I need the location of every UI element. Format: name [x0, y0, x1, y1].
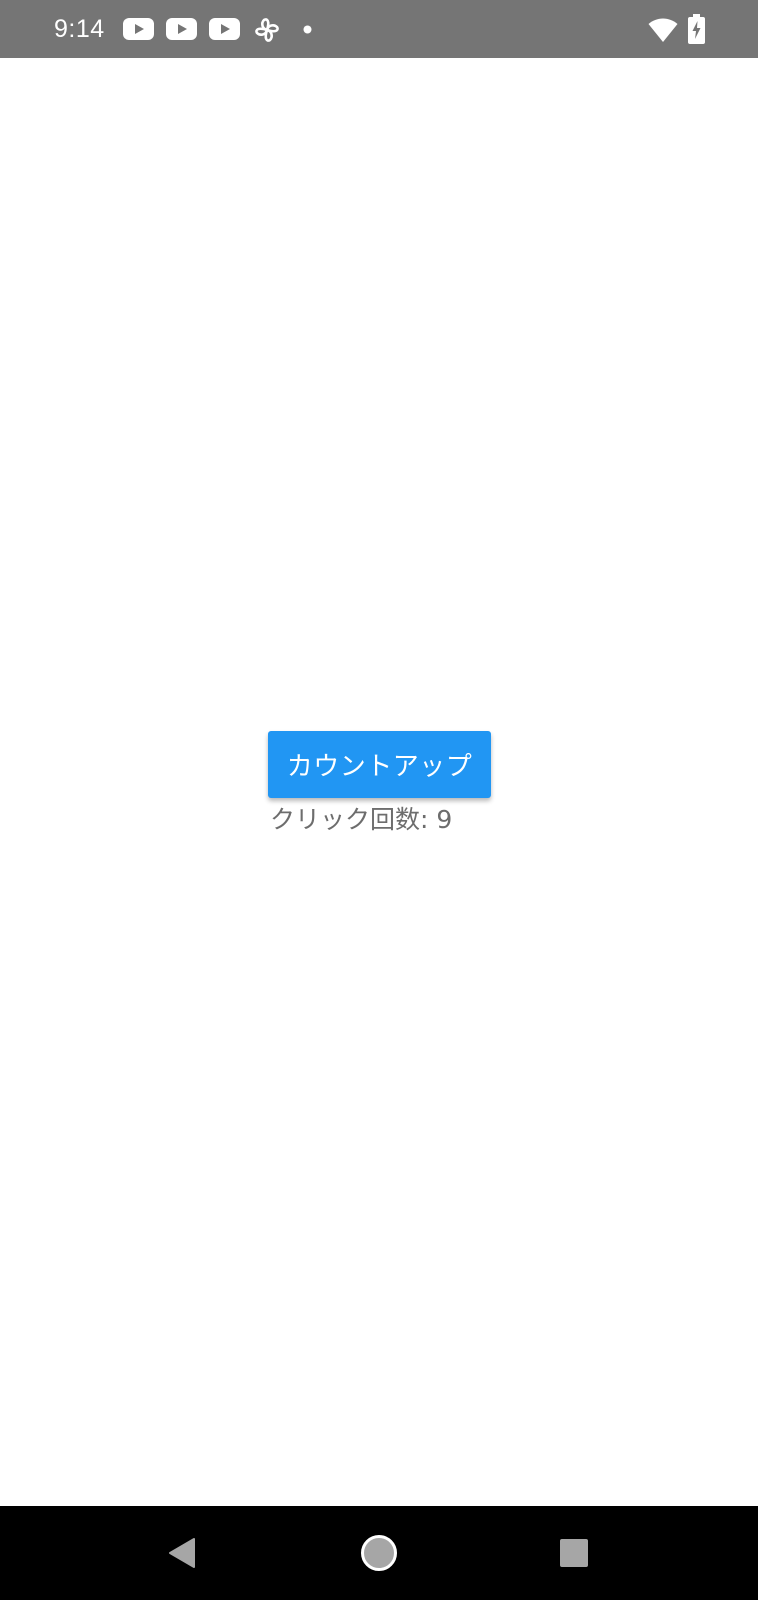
app-content: カウントアップ クリック回数: 9 — [0, 58, 758, 1506]
status-bar: 9:14 — [0, 0, 758, 58]
battery-charging-icon — [688, 14, 705, 44]
youtube-icon — [166, 18, 197, 40]
home-icon — [361, 1535, 397, 1571]
click-count-text: クリック回数: 9 — [270, 805, 453, 834]
recents-icon — [560, 1539, 588, 1567]
back-icon — [169, 1538, 195, 1568]
recents-button[interactable] — [519, 1506, 629, 1600]
wifi-icon — [648, 18, 678, 42]
status-time: 9:14 — [54, 15, 105, 43]
pinwheel-icon — [255, 18, 279, 42]
count-up-button[interactable]: カウントアップ — [268, 731, 491, 798]
notification-dot-icon — [303, 25, 312, 34]
youtube-icon — [209, 18, 240, 40]
home-button[interactable] — [324, 1506, 434, 1600]
back-button[interactable] — [127, 1506, 237, 1600]
navigation-bar — [0, 1506, 758, 1600]
youtube-icon — [123, 18, 154, 40]
